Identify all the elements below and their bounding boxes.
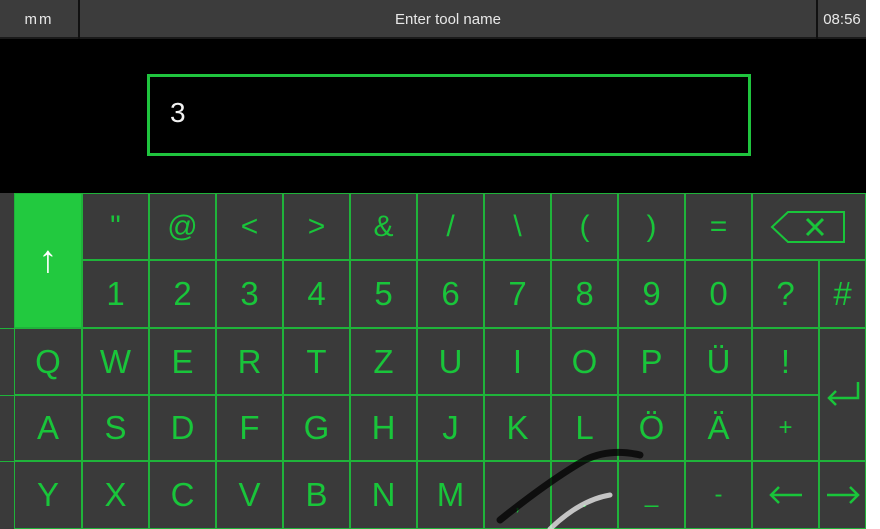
key-4[interactable]: 4: [283, 260, 350, 328]
tool-name-input-value: 3: [170, 97, 186, 128]
arrow-left-icon: [768, 485, 804, 505]
key-2[interactable]: 2: [149, 260, 216, 328]
key-a[interactable]: A: [14, 395, 82, 461]
cursor-right-key[interactable]: [819, 461, 866, 529]
key-u-umlaut[interactable]: Ü: [685, 328, 752, 395]
shift-arrow-up-icon: ↑: [38, 239, 58, 281]
cursor-left-key[interactable]: [752, 461, 819, 529]
key-1[interactable]: 1: [82, 260, 149, 328]
key-quote[interactable]: ": [82, 193, 149, 260]
key-m[interactable]: M: [417, 461, 484, 529]
key-a-umlaut[interactable]: Ä: [685, 395, 752, 461]
key-slash[interactable]: /: [417, 193, 484, 260]
shift-key[interactable]: ↑: [14, 193, 82, 328]
key-close-paren[interactable]: ): [618, 193, 685, 260]
key-u[interactable]: U: [417, 328, 484, 395]
key-backslash[interactable]: \: [484, 193, 551, 260]
key-hash[interactable]: #: [819, 260, 866, 328]
backspace-key[interactable]: [752, 193, 866, 260]
key-comma[interactable]: ,: [484, 461, 551, 529]
key-open-paren[interactable]: (: [551, 193, 618, 260]
key-exclamation[interactable]: !: [752, 328, 819, 395]
enter-return-icon: [824, 380, 862, 410]
key-r[interactable]: R: [216, 328, 283, 395]
key-less-than[interactable]: <: [216, 193, 283, 260]
key-period[interactable]: .: [551, 461, 618, 529]
enter-key[interactable]: [819, 328, 866, 461]
clock: 08:56: [816, 0, 866, 39]
key-b[interactable]: B: [283, 461, 350, 529]
key-z[interactable]: Z: [350, 328, 417, 395]
key-minus[interactable]: -: [685, 461, 752, 529]
key-h[interactable]: H: [350, 395, 417, 461]
header-bar: mm Enter tool name 08:56: [0, 0, 866, 39]
key-i[interactable]: I: [484, 328, 551, 395]
key-y[interactable]: Y: [14, 461, 82, 529]
key-s[interactable]: S: [82, 395, 149, 461]
page-title: Enter tool name: [395, 11, 501, 28]
key-question[interactable]: ?: [752, 260, 819, 328]
unit-indicator: mm: [0, 0, 80, 39]
key-w[interactable]: W: [82, 328, 149, 395]
key-n[interactable]: N: [350, 461, 417, 529]
key-0[interactable]: 0: [685, 260, 752, 328]
key-at[interactable]: @: [149, 193, 216, 260]
key-o-umlaut[interactable]: Ö: [618, 395, 685, 461]
key-ampersand[interactable]: &: [350, 193, 417, 260]
key-7[interactable]: 7: [484, 260, 551, 328]
key-x[interactable]: X: [82, 461, 149, 529]
key-t[interactable]: T: [283, 328, 350, 395]
key-8[interactable]: 8: [551, 260, 618, 328]
on-screen-keyboard: ↑ " @ < > & / \ ( ) = 1 2 3 4 5 6 7 8 9: [14, 193, 866, 529]
key-e[interactable]: E: [149, 328, 216, 395]
tool-name-entry-screen: mm Enter tool name 08:56 3 ↑ " @ < > & /…: [0, 0, 866, 529]
key-6[interactable]: 6: [417, 260, 484, 328]
key-o[interactable]: O: [551, 328, 618, 395]
key-f[interactable]: F: [216, 395, 283, 461]
key-9[interactable]: 9: [618, 260, 685, 328]
key-g[interactable]: G: [283, 395, 350, 461]
key-l[interactable]: L: [551, 395, 618, 461]
key-3[interactable]: 3: [216, 260, 283, 328]
key-5[interactable]: 5: [350, 260, 417, 328]
backspace-icon: [770, 210, 848, 244]
tool-name-input[interactable]: 3: [147, 74, 751, 156]
key-greater-than[interactable]: >: [283, 193, 350, 260]
arrow-right-icon: [825, 485, 861, 505]
key-equals[interactable]: =: [685, 193, 752, 260]
key-q[interactable]: Q: [14, 328, 82, 395]
key-c[interactable]: C: [149, 461, 216, 529]
key-k[interactable]: K: [484, 395, 551, 461]
key-plus[interactable]: +: [752, 395, 819, 461]
key-p[interactable]: P: [618, 328, 685, 395]
key-underscore[interactable]: _: [618, 461, 685, 529]
key-v[interactable]: V: [216, 461, 283, 529]
key-j[interactable]: J: [417, 395, 484, 461]
keyboard-left-edge: [0, 193, 14, 529]
key-d[interactable]: D: [149, 395, 216, 461]
